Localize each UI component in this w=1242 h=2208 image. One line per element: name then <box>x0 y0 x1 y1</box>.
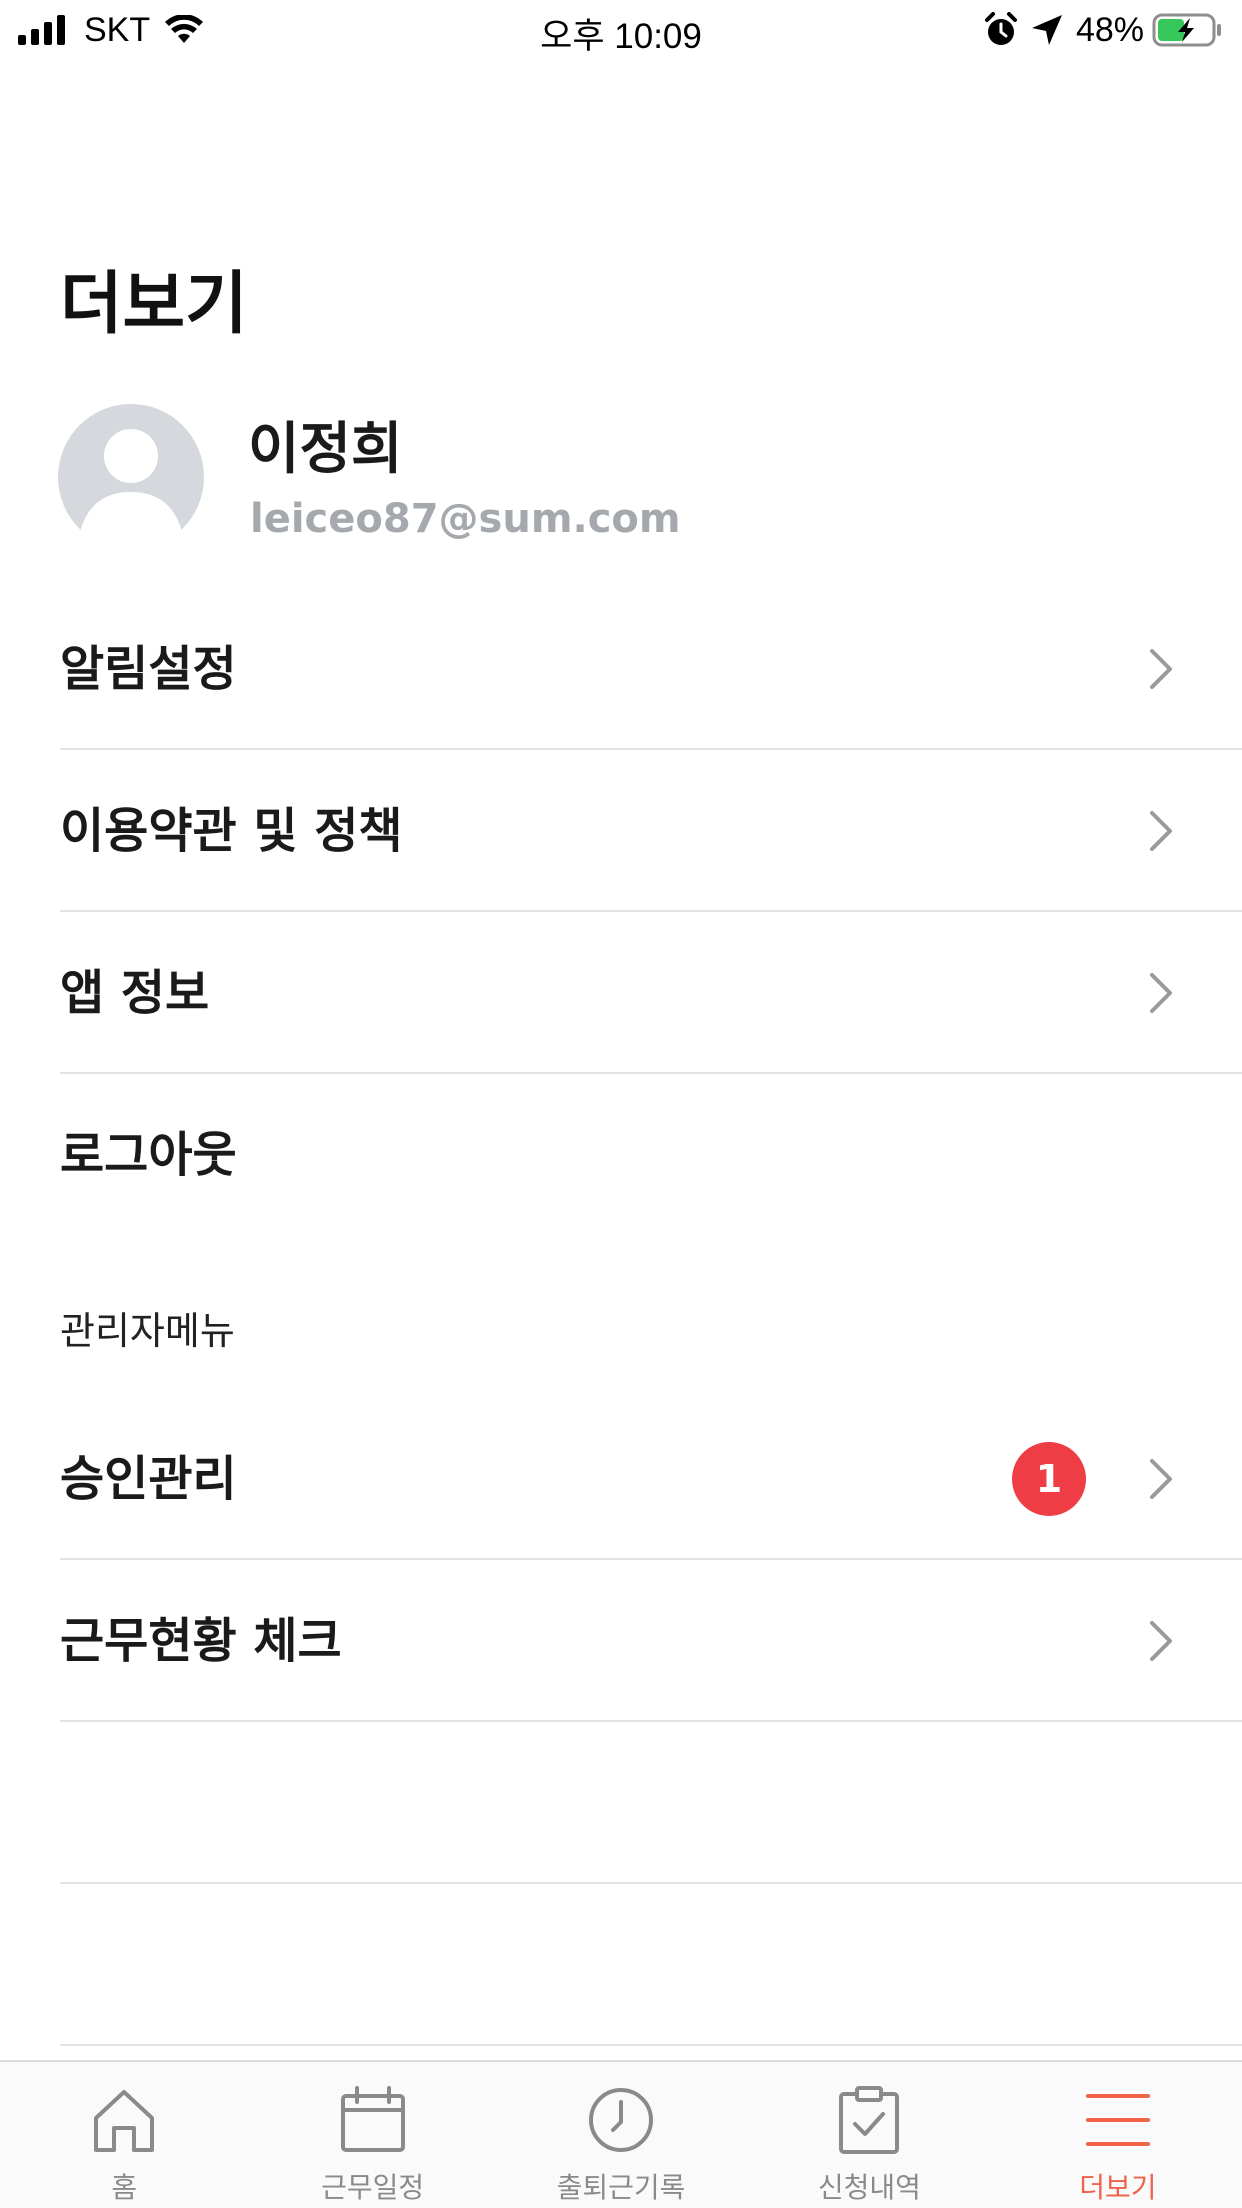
menu-item-label: 로그아웃 <box>60 1127 237 1183</box>
clock-icon <box>589 2088 654 2152</box>
tab-label: 근무일정 <box>321 2171 425 2204</box>
chevron-right-icon <box>1150 811 1172 851</box>
menu-item-label: 이용약관 및 정책 <box>60 803 403 859</box>
menu-item-label: 앱 정보 <box>60 965 210 1021</box>
tab-bar: 홈 근무일정 출퇴근기록 신청내역 더보기 <box>0 2060 1242 2208</box>
home-icon <box>94 2090 155 2152</box>
menu-item-logout[interactable]: 로그아웃 <box>60 1074 1242 1236</box>
tab-label: 신청내역 <box>817 2171 921 2204</box>
chevron-right-icon <box>1150 1459 1172 1499</box>
tab-label: 출퇴근기록 <box>556 2171 686 2204</box>
tab-request-history[interactable]: 신청내역 <box>745 2062 993 2208</box>
notification-badge: 1 <box>1012 1442 1086 1516</box>
menu-item-app-info[interactable]: 앱 정보 <box>60 912 1242 1074</box>
clipboard-check-icon <box>839 2086 900 2154</box>
menu-item-label: 근무현황 체크 <box>60 1613 342 1669</box>
page-title: 더보기 <box>60 265 248 344</box>
menu-item-label: 승인관리 <box>60 1451 237 1507</box>
menu-icon <box>1085 2094 1150 2146</box>
menu-item-notification-settings[interactable]: 알림설정 <box>60 588 1242 750</box>
alarm-icon <box>984 12 1017 45</box>
tab-label: 홈 <box>111 2171 138 2204</box>
menu-item-approval-management[interactable]: 승인관리 1 <box>60 1398 1242 1560</box>
tab-more[interactable]: 더보기 <box>994 2062 1242 2208</box>
menu-item-terms-policy[interactable]: 이용약관 및 정책 <box>60 750 1242 912</box>
tab-home[interactable]: 홈 <box>0 2062 248 2208</box>
tab-label: 더보기 <box>1079 2171 1157 2204</box>
location-arrow-icon <box>1031 15 1062 45</box>
avatar <box>58 404 204 550</box>
empty-row <box>60 1722 1242 1884</box>
tab-work-schedule[interactable]: 근무일정 <box>248 2062 496 2208</box>
menu-item-label: 알림설정 <box>60 641 237 697</box>
status-bar: SKT 오후 10:09 48% <box>0 0 1242 60</box>
chevron-right-icon <box>1150 1621 1172 1661</box>
menu-item-work-status-check[interactable]: 근무현황 체크 <box>60 1560 1242 1722</box>
status-bar-right: 48% <box>984 8 1224 52</box>
profile-name: 이정희 <box>248 417 403 482</box>
chevron-right-icon <box>1150 649 1172 689</box>
calendar-icon <box>340 2086 405 2152</box>
empty-row <box>60 1884 1242 2046</box>
battery-percent: 48% <box>1075 10 1144 49</box>
battery-charging-icon <box>1152 13 1221 47</box>
chevron-right-icon <box>1150 973 1172 1013</box>
admin-section-label: 관리자메뉴 <box>60 1309 235 1353</box>
tab-attendance-record[interactable]: 출퇴근기록 <box>497 2062 745 2208</box>
profile-email: leiceo87@sum.com <box>250 496 681 542</box>
